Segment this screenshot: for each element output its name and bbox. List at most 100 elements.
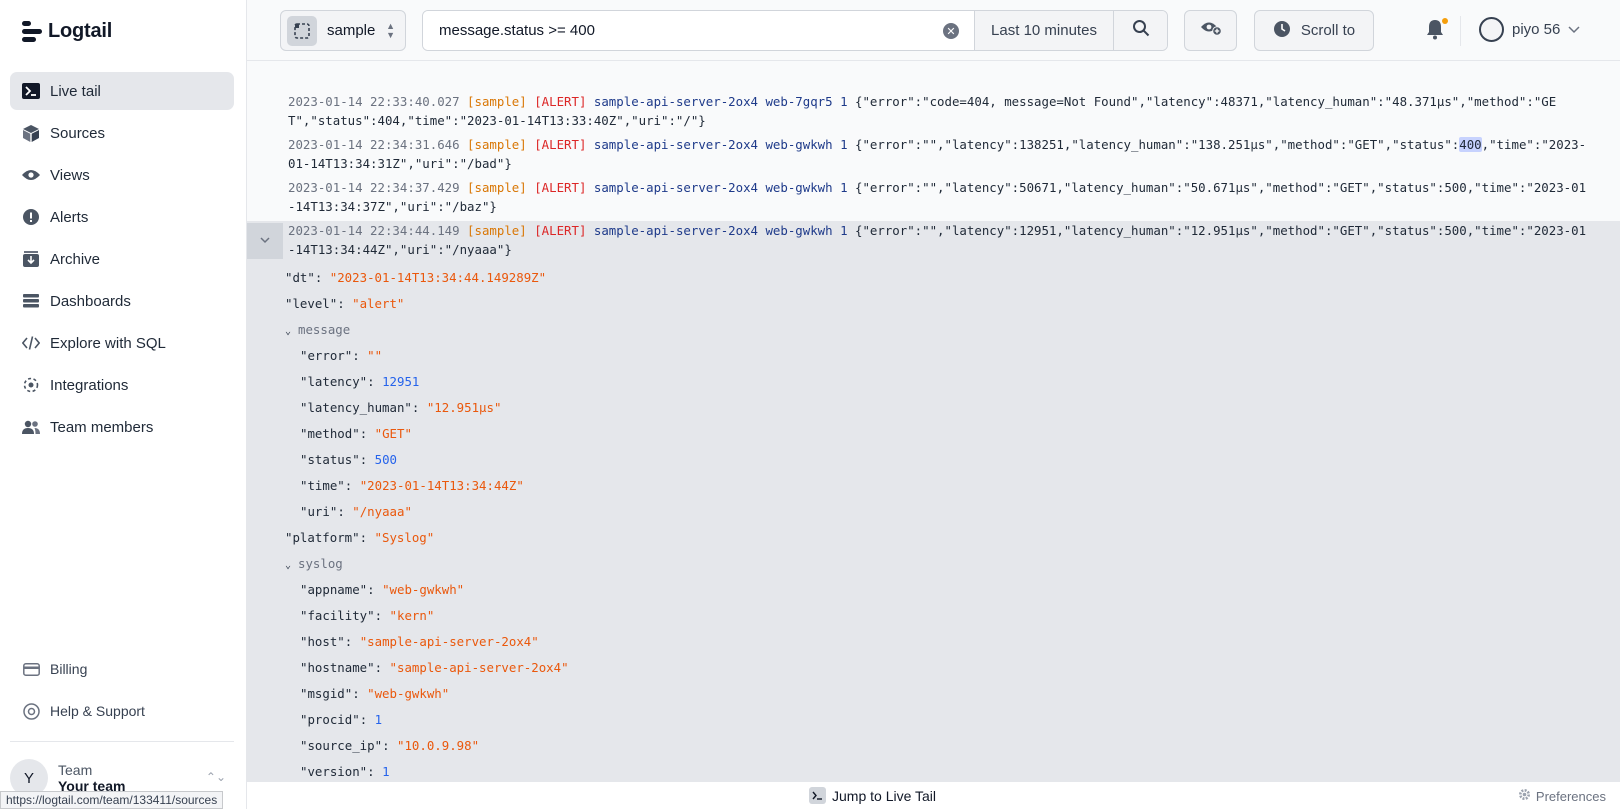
sidebar-nav: Live tail Sources Views Alerts Archive D…: [10, 72, 234, 450]
sidebar-item-explore-sql[interactable]: Explore with SQL: [10, 324, 234, 362]
sidebar-item-label: Alerts: [50, 208, 89, 226]
detail-field: "status": 500: [300, 451, 397, 469]
search-icon: [1132, 19, 1150, 42]
search-button[interactable]: [1113, 11, 1167, 50]
detail-value: 500: [374, 452, 397, 467]
sidebar-item-views[interactable]: Views: [10, 156, 234, 194]
detail-separator: :: [411, 400, 427, 415]
clock-icon: [1273, 20, 1291, 42]
detail-group-toggle[interactable]: ⌄ syslog: [285, 555, 343, 575]
sidebar-item-label: Live tail: [50, 82, 101, 100]
log-timestamp: 2023-01-14 22:34:37.429: [288, 180, 460, 195]
log-source: [sample]: [467, 94, 527, 109]
gear-icon: [1518, 788, 1531, 804]
log-row[interactable]: 2023-01-14 22:34:31.646 [sample] [ALERT]…: [247, 135, 1620, 173]
sidebar: Logtail Live tail Sources Views Alerts A…: [0, 0, 247, 809]
detail-value: "10.0.9.98": [396, 738, 480, 753]
detail-field: "dt": "2023-01-14T13:34:44.149289Z": [285, 269, 546, 287]
detail-key: "host": [300, 634, 345, 649]
expanded-log-panel: [247, 221, 1620, 781]
sidebar-item-label: Team members: [50, 418, 154, 436]
log-level: [ALERT]: [534, 180, 587, 195]
detail-field: "host": "sample-api-server-2ox4": [300, 633, 539, 651]
detail-separator: :: [344, 634, 360, 649]
detail-separator: :: [367, 374, 383, 389]
clear-search-icon[interactable]: ✕: [943, 23, 959, 39]
jump-to-live-tail-button[interactable]: Jump to Live Tail: [809, 787, 936, 804]
log-list: 2023-01-14 22:33:40.027 [sample] [ALERT]…: [247, 61, 1620, 781]
detail-value: "kern": [389, 608, 435, 623]
detail-value: "GET": [374, 426, 412, 441]
sidebar-item-alerts[interactable]: Alerts: [10, 198, 234, 236]
search-input[interactable]: [423, 11, 974, 50]
log-level: [ALERT]: [534, 137, 587, 152]
log-timestamp: 2023-01-14 22:34:31.646: [288, 137, 460, 152]
log-row[interactable]: 2023-01-14 22:33:40.027 [sample] [ALERT]…: [247, 92, 1620, 130]
user-menu[interactable]: piyo 56: [1479, 17, 1580, 42]
chevron-down-icon: [1568, 21, 1580, 38]
terminal-icon: [22, 82, 40, 100]
notification-dot: [1442, 18, 1448, 24]
source-icon: [287, 15, 317, 46]
detail-key: "time": [300, 478, 345, 493]
detail-value: "": [367, 348, 383, 363]
detail-value: "sample-api-server-2ox4": [389, 660, 569, 675]
user-avatar: [1479, 17, 1504, 42]
sidebar-item-label: Help & Support: [50, 703, 145, 719]
source-select[interactable]: sample ▲ ▼: [280, 10, 406, 51]
detail-field: "level": "alert": [285, 295, 404, 313]
users-icon: [22, 418, 40, 436]
sidebar-item-sources[interactable]: Sources: [10, 114, 234, 152]
detail-field: "appname": "web-gwkwh": [300, 581, 464, 599]
detail-separator: :: [367, 582, 383, 597]
sidebar-item-team-members[interactable]: Team members: [10, 408, 234, 446]
log-level: [ALERT]: [534, 223, 587, 238]
notifications-button[interactable]: [1425, 18, 1449, 42]
detail-field: "latency": 12951: [300, 373, 419, 391]
jump-label: Jump to Live Tail: [832, 787, 937, 804]
sidebar-item-help[interactable]: Help & Support: [10, 692, 234, 730]
team-divider: [10, 741, 234, 742]
log-source: [sample]: [467, 180, 527, 195]
log-message: {"error":"","latency":138251,"latency_hu…: [855, 137, 1460, 152]
sidebar-item-integrations[interactable]: Integrations: [10, 366, 234, 404]
sidebar-item-label: Dashboards: [50, 292, 131, 310]
detail-field: "msgid": "web-gwkwh": [300, 685, 449, 703]
detail-field: "procid": 1: [300, 711, 382, 729]
save-view-button[interactable]: [1184, 10, 1237, 51]
chevron-up-down-icon: ⌃⌄: [205, 770, 226, 784]
detail-separator: :: [359, 712, 375, 727]
team-label: Team: [58, 762, 93, 778]
user-name: piyo 56: [1512, 21, 1561, 38]
logtail-logo-icon: [22, 20, 42, 43]
sidebar-item-billing[interactable]: Billing: [10, 650, 234, 688]
scroll-to-button[interactable]: Scroll to: [1254, 10, 1374, 51]
detail-value: 1: [374, 712, 383, 727]
detail-value: "/nyaaa": [352, 504, 412, 519]
detail-value: "web-gwkwh": [367, 686, 450, 701]
sidebar-item-label: Archive: [50, 250, 101, 268]
detail-separator: :: [367, 764, 383, 779]
sidebar-item-dashboards[interactable]: Dashboards: [10, 282, 234, 320]
preferences-button[interactable]: Preferences: [1518, 788, 1606, 804]
detail-group-toggle[interactable]: ⌄ message: [285, 321, 350, 341]
bottom-bar: Jump to Live Tail Preferences: [247, 781, 1620, 809]
sidebar-item-live-tail[interactable]: Live tail: [10, 72, 234, 110]
log-source: [sample]: [467, 223, 527, 238]
log-row[interactable]: 2023-01-14 22:34:37.429 [sample] [ALERT]…: [247, 178, 1620, 216]
detail-separator: :: [337, 504, 353, 519]
log-host: sample-api-server-2ox4 web-gwkwh 1: [593, 180, 848, 195]
detail-field: "version": 1: [300, 763, 390, 781]
logtail-logo[interactable]: Logtail: [22, 20, 112, 43]
help-icon: [22, 702, 40, 720]
topbar-divider: [1460, 16, 1461, 46]
detail-separator: :: [374, 660, 390, 675]
sidebar-item-archive[interactable]: Archive: [10, 240, 234, 278]
detail-key: "status": [300, 452, 360, 467]
detail-field: "platform": "Syslog": [285, 529, 434, 547]
detail-field: "method": "GET": [300, 425, 412, 443]
log-row-expanded[interactable]: 2023-01-14 22:34:44.149 [sample] [ALERT]…: [247, 221, 1620, 259]
detail-field: "facility": "kern": [300, 607, 434, 625]
detail-group-label: syslog: [298, 556, 343, 571]
time-range-button[interactable]: Last 10 minutes: [974, 11, 1113, 50]
